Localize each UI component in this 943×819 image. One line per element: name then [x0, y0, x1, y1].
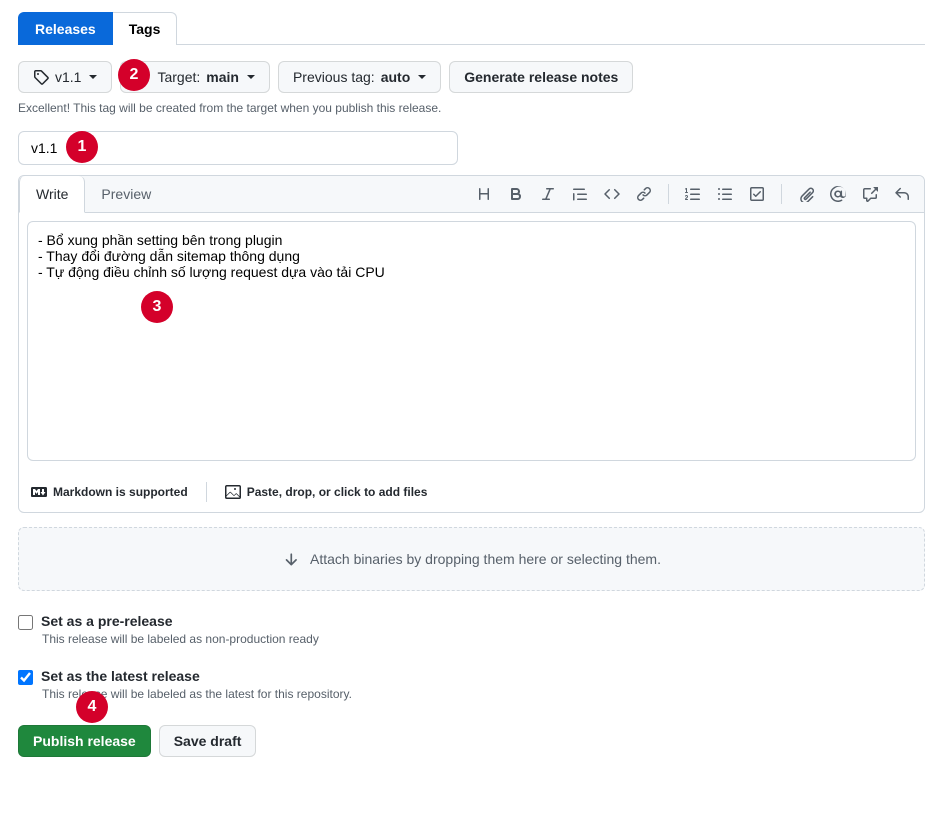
prerelease-note: This release will be labeled as non-prod… [42, 632, 925, 646]
latest-checkbox[interactable] [18, 670, 33, 685]
mention-icon [830, 186, 846, 202]
caret-icon [418, 75, 426, 79]
caret-icon [89, 75, 97, 79]
tab-tags[interactable]: Tags [113, 12, 178, 45]
paperclip-icon [798, 186, 814, 202]
heading-button[interactable] [470, 180, 498, 208]
tag-hint: Excellent! This tag will be created from… [18, 101, 925, 115]
toolbar-separator [781, 184, 782, 204]
attach-button[interactable] [792, 180, 820, 208]
quote-icon [572, 186, 588, 202]
task-list-button[interactable] [743, 180, 771, 208]
latest-row: Set as the latest release [18, 668, 925, 685]
annotation-badge-3: 3 [141, 291, 173, 323]
attach-files-label: Paste, drop, or click to add files [247, 485, 428, 499]
attach-files-link[interactable]: Paste, drop, or click to add files [225, 484, 428, 500]
latest-label[interactable]: Set as the latest release [41, 668, 200, 684]
editor-tab-preview[interactable]: Preview [85, 176, 167, 212]
editor-tabs: Write Preview [19, 176, 924, 213]
link-button[interactable] [630, 180, 658, 208]
italic-button[interactable] [534, 180, 562, 208]
code-icon [604, 186, 620, 202]
generate-notes-button[interactable]: Generate release notes [449, 61, 633, 93]
markdown-icon [31, 484, 47, 500]
publish-release-button[interactable]: Publish release [18, 725, 151, 757]
tasklist-icon [749, 186, 765, 202]
markdown-supported-label: Markdown is supported [53, 485, 188, 499]
prerelease-checkbox[interactable] [18, 615, 33, 630]
title-wrapper: 1 [18, 131, 925, 175]
latest-note-wrapper: This release will be labeled as the late… [42, 687, 925, 701]
tab-releases[interactable]: Releases [18, 12, 113, 45]
previous-tag-selector[interactable]: Previous tag: auto [278, 61, 441, 93]
reply-button[interactable] [888, 180, 916, 208]
tag-icon [33, 69, 49, 85]
cross-reference-icon [862, 186, 878, 202]
editor-body-wrapper: 3 [19, 213, 924, 472]
controls-row: v1.1 2 Target: main Previous tag: auto G… [18, 61, 925, 93]
list-ordered-icon [685, 186, 701, 202]
annotation-badge-2: 2 [118, 59, 150, 91]
bold-button[interactable] [502, 180, 530, 208]
tabnav: Releases Tags [18, 12, 925, 45]
actions-row: Publish release Save draft [18, 725, 925, 757]
list-unordered-icon [717, 186, 733, 202]
arrow-down-icon [282, 550, 300, 568]
footer-separator [206, 482, 207, 502]
save-draft-button[interactable]: Save draft [159, 725, 257, 757]
tag-selector[interactable]: v1.1 [18, 61, 112, 93]
save-draft-label: Save draft [174, 731, 242, 751]
target-label: Target: [157, 67, 200, 87]
prev-label: Previous tag: [293, 67, 375, 87]
toolbar-separator [668, 184, 669, 204]
tag-value: v1.1 [55, 67, 81, 87]
annotation-badge-4: 4 [76, 691, 108, 723]
ordered-list-button[interactable] [679, 180, 707, 208]
dropzone-label: Attach binaries by dropping them here or… [310, 551, 661, 567]
italic-icon [540, 186, 556, 202]
image-icon [225, 484, 241, 500]
unordered-list-button[interactable] [711, 180, 739, 208]
editor-footer: Markdown is supported Paste, drop, or cl… [19, 472, 924, 512]
mention-button[interactable] [824, 180, 852, 208]
generate-notes-label: Generate release notes [464, 67, 618, 87]
cross-reference-button[interactable] [856, 180, 884, 208]
bold-icon [508, 186, 524, 202]
editor-box: Write Preview 3 Markdown is supported [18, 175, 925, 513]
code-button[interactable] [598, 180, 626, 208]
editor-toolbar [470, 180, 916, 208]
reply-icon [894, 186, 910, 202]
quote-button[interactable] [566, 180, 594, 208]
prerelease-row: Set as a pre-release [18, 613, 925, 630]
caret-icon [247, 75, 255, 79]
prev-value: auto [381, 67, 411, 87]
editor-tab-write[interactable]: Write [19, 176, 85, 213]
heading-icon [476, 186, 492, 202]
link-icon [636, 186, 652, 202]
annotation-badge-1: 1 [66, 131, 98, 163]
prerelease-label[interactable]: Set as a pre-release [41, 613, 173, 629]
release-body-textarea[interactable] [27, 221, 916, 461]
markdown-supported-link[interactable]: Markdown is supported [31, 484, 188, 500]
binaries-dropzone[interactable]: Attach binaries by dropping them here or… [18, 527, 925, 591]
target-value: main [206, 67, 239, 87]
